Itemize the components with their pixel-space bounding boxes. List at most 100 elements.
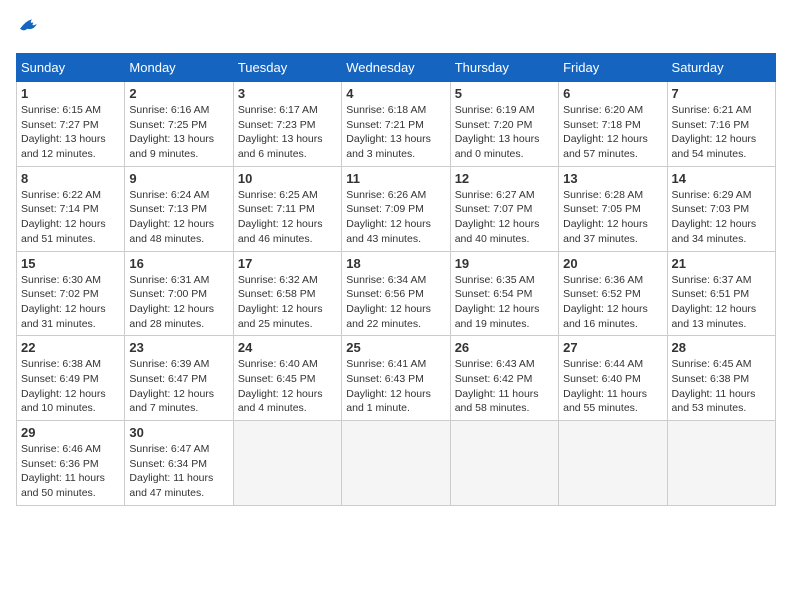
calendar-cell: 15 Sunrise: 6:30 AMSunset: 7:02 PMDayligh…: [17, 251, 125, 336]
day-number: 12: [455, 171, 554, 186]
calendar-cell: 9 Sunrise: 6:24 AMSunset: 7:13 PMDaylight…: [125, 166, 233, 251]
weekday-header-tuesday: Tuesday: [233, 54, 341, 82]
day-number: 3: [238, 86, 337, 101]
day-info: Sunrise: 6:46 AMSunset: 6:36 PMDaylight:…: [21, 442, 120, 501]
calendar-cell: 8Sunrise: 6:22 AMSunset: 7:14 PMDaylight…: [17, 166, 125, 251]
day-number: 10: [238, 171, 337, 186]
calendar-cell: 5 Sunrise: 6:19 AMSunset: 7:20 PMDaylight…: [450, 82, 558, 167]
day-info: Sunrise: 6:39 AMSunset: 6:47 PMDaylight:…: [129, 357, 228, 416]
day-info: Sunrise: 6:34 AMSunset: 6:56 PMDaylight:…: [346, 273, 445, 332]
calendar-cell: [450, 421, 558, 506]
calendar-cell: 1 Sunrise: 6:15 AMSunset: 7:27 PMDaylight…: [17, 82, 125, 167]
calendar-cell: 20 Sunrise: 6:36 AMSunset: 6:52 PMDayligh…: [559, 251, 667, 336]
calendar-cell: 6 Sunrise: 6:20 AMSunset: 7:18 PMDaylight…: [559, 82, 667, 167]
day-number: 15: [21, 256, 120, 271]
calendar-week-row: 29Sunrise: 6:46 AMSunset: 6:36 PMDayligh…: [17, 421, 776, 506]
calendar-cell: 19 Sunrise: 6:35 AMSunset: 6:54 PMDayligh…: [450, 251, 558, 336]
day-info: Sunrise: 6:45 AMSunset: 6:38 PMDaylight:…: [672, 357, 771, 416]
calendar-cell: 12 Sunrise: 6:27 AMSunset: 7:07 PMDayligh…: [450, 166, 558, 251]
calendar-week-row: 22 Sunrise: 6:38 AMSunset: 6:49 PMDayligh…: [17, 336, 776, 421]
day-number: 17: [238, 256, 337, 271]
day-number: 13: [563, 171, 662, 186]
calendar-cell: 24 Sunrise: 6:40 AMSunset: 6:45 PMDayligh…: [233, 336, 341, 421]
day-info: Sunrise: 6:47 AMSunset: 6:34 PMDaylight:…: [129, 442, 228, 501]
calendar-cell: [667, 421, 775, 506]
day-info: Sunrise: 6:20 AMSunset: 7:18 PMDaylight:…: [563, 103, 662, 162]
calendar-cell: 13 Sunrise: 6:28 AMSunset: 7:05 PMDayligh…: [559, 166, 667, 251]
calendar-cell: 11Sunrise: 6:26 AMSunset: 7:09 PMDayligh…: [342, 166, 450, 251]
calendar-table: SundayMondayTuesdayWednesdayThursdayFrid…: [16, 53, 776, 506]
day-info: Sunrise: 6:40 AMSunset: 6:45 PMDaylight:…: [238, 357, 337, 416]
day-number: 7: [672, 86, 771, 101]
weekday-header-friday: Friday: [559, 54, 667, 82]
calendar-cell: 4 Sunrise: 6:18 AMSunset: 7:21 PMDaylight…: [342, 82, 450, 167]
day-number: 16: [129, 256, 228, 271]
day-number: 19: [455, 256, 554, 271]
weekday-header-sunday: Sunday: [17, 54, 125, 82]
day-number: 11: [346, 171, 445, 186]
calendar-cell: [342, 421, 450, 506]
day-info: Sunrise: 6:21 AMSunset: 7:16 PMDaylight:…: [672, 103, 771, 162]
day-number: 5: [455, 86, 554, 101]
day-number: 14: [672, 171, 771, 186]
day-info: Sunrise: 6:35 AMSunset: 6:54 PMDaylight:…: [455, 273, 554, 332]
day-info: Sunrise: 6:27 AMSunset: 7:07 PMDaylight:…: [455, 188, 554, 247]
weekday-header-row: SundayMondayTuesdayWednesdayThursdayFrid…: [17, 54, 776, 82]
weekday-header-saturday: Saturday: [667, 54, 775, 82]
day-number: 26: [455, 340, 554, 355]
logo: [16, 16, 40, 41]
day-info: Sunrise: 6:44 AMSunset: 6:40 PMDaylight:…: [563, 357, 662, 416]
day-number: 28: [672, 340, 771, 355]
day-info: Sunrise: 6:18 AMSunset: 7:21 PMDaylight:…: [346, 103, 445, 162]
weekday-header-thursday: Thursday: [450, 54, 558, 82]
weekday-header-monday: Monday: [125, 54, 233, 82]
day-info: Sunrise: 6:30 AMSunset: 7:02 PMDaylight:…: [21, 273, 120, 332]
day-info: Sunrise: 6:31 AMSunset: 7:00 PMDaylight:…: [129, 273, 228, 332]
day-info: Sunrise: 6:17 AMSunset: 7:23 PMDaylight:…: [238, 103, 337, 162]
calendar-cell: [559, 421, 667, 506]
day-info: Sunrise: 6:24 AMSunset: 7:13 PMDaylight:…: [129, 188, 228, 247]
calendar-cell: 30Sunrise: 6:47 AMSunset: 6:34 PMDayligh…: [125, 421, 233, 506]
day-info: Sunrise: 6:15 AMSunset: 7:27 PMDaylight:…: [21, 103, 120, 162]
day-info: Sunrise: 6:25 AMSunset: 7:11 PMDaylight:…: [238, 188, 337, 247]
day-info: Sunrise: 6:28 AMSunset: 7:05 PMDaylight:…: [563, 188, 662, 247]
day-number: 1: [21, 86, 120, 101]
day-number: 6: [563, 86, 662, 101]
day-number: 9: [129, 171, 228, 186]
calendar-cell: 28 Sunrise: 6:45 AMSunset: 6:38 PMDayligh…: [667, 336, 775, 421]
calendar-cell: 25 Sunrise: 6:41 AMSunset: 6:43 PMDayligh…: [342, 336, 450, 421]
day-info: Sunrise: 6:43 AMSunset: 6:42 PMDaylight:…: [455, 357, 554, 416]
weekday-header-wednesday: Wednesday: [342, 54, 450, 82]
calendar-cell: 7 Sunrise: 6:21 AMSunset: 7:16 PMDaylight…: [667, 82, 775, 167]
day-info: Sunrise: 6:29 AMSunset: 7:03 PMDaylight:…: [672, 188, 771, 247]
day-number: 25: [346, 340, 445, 355]
calendar-cell: 3 Sunrise: 6:17 AMSunset: 7:23 PMDaylight…: [233, 82, 341, 167]
day-info: Sunrise: 6:37 AMSunset: 6:51 PMDaylight:…: [672, 273, 771, 332]
day-number: 2: [129, 86, 228, 101]
day-info: Sunrise: 6:32 AMSunset: 6:58 PMDaylight:…: [238, 273, 337, 332]
day-number: 24: [238, 340, 337, 355]
calendar-cell: 10 Sunrise: 6:25 AMSunset: 7:11 PMDayligh…: [233, 166, 341, 251]
calendar-cell: 21 Sunrise: 6:37 AMSunset: 6:51 PMDayligh…: [667, 251, 775, 336]
day-info: Sunrise: 6:16 AMSunset: 7:25 PMDaylight:…: [129, 103, 228, 162]
calendar-cell: 14 Sunrise: 6:29 AMSunset: 7:03 PMDayligh…: [667, 166, 775, 251]
calendar-cell: 18 Sunrise: 6:34 AMSunset: 6:56 PMDayligh…: [342, 251, 450, 336]
day-info: Sunrise: 6:19 AMSunset: 7:20 PMDaylight:…: [455, 103, 554, 162]
calendar-cell: 17 Sunrise: 6:32 AMSunset: 6:58 PMDayligh…: [233, 251, 341, 336]
day-info: Sunrise: 6:41 AMSunset: 6:43 PMDaylight:…: [346, 357, 445, 416]
day-info: Sunrise: 6:38 AMSunset: 6:49 PMDaylight:…: [21, 357, 120, 416]
day-number: 21: [672, 256, 771, 271]
day-number: 23: [129, 340, 228, 355]
calendar-week-row: 15 Sunrise: 6:30 AMSunset: 7:02 PMDayligh…: [17, 251, 776, 336]
calendar-cell: 2 Sunrise: 6:16 AMSunset: 7:25 PMDaylight…: [125, 82, 233, 167]
day-number: 20: [563, 256, 662, 271]
calendar-cell: 26 Sunrise: 6:43 AMSunset: 6:42 PMDayligh…: [450, 336, 558, 421]
day-number: 22: [21, 340, 120, 355]
day-number: 4: [346, 86, 445, 101]
page-header: [16, 16, 776, 41]
day-info: Sunrise: 6:36 AMSunset: 6:52 PMDaylight:…: [563, 273, 662, 332]
calendar-cell: [233, 421, 341, 506]
calendar-cell: 16 Sunrise: 6:31 AMSunset: 7:00 PMDayligh…: [125, 251, 233, 336]
day-number: 18: [346, 256, 445, 271]
calendar-cell: 29Sunrise: 6:46 AMSunset: 6:36 PMDayligh…: [17, 421, 125, 506]
